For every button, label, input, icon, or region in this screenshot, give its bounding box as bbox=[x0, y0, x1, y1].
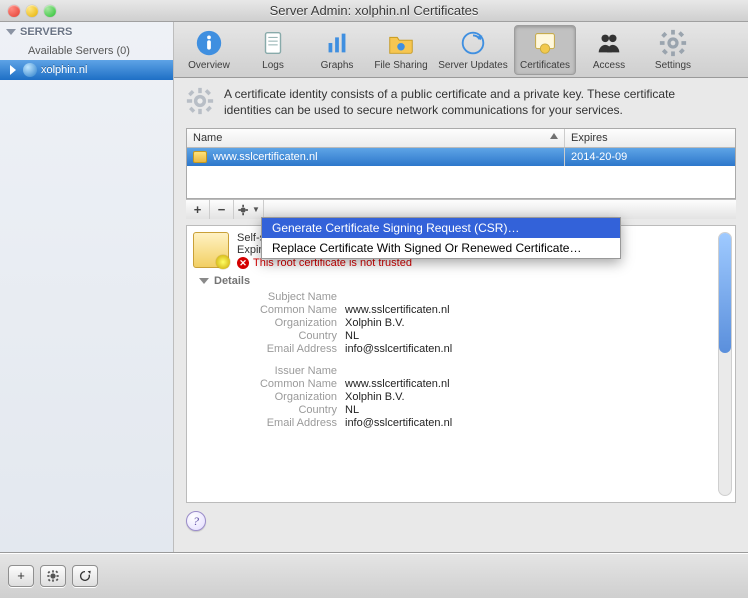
sidebar-item-label: Available Servers (0) bbox=[28, 45, 130, 57]
issuer-name-header: Issuer Name bbox=[237, 365, 345, 377]
certificate-table: Name Expires www.sslcertificaten.nl 2014… bbox=[186, 128, 736, 199]
menu-item-replace-cert[interactable]: Replace Certificate With Signed Or Renew… bbox=[262, 238, 620, 258]
remove-button[interactable]: − bbox=[210, 200, 234, 219]
info-text: A certificate identity consists of a pub… bbox=[224, 86, 704, 118]
tool-label: Certificates bbox=[520, 60, 570, 71]
updates-icon bbox=[458, 28, 488, 58]
main-pane: Overview Logs Graphs File Sharing Server… bbox=[174, 22, 748, 552]
kv-key: Organization bbox=[237, 391, 345, 403]
sidebar-item-xolphin[interactable]: xolphin.nl bbox=[0, 60, 173, 80]
tool-file-sharing[interactable]: File Sharing bbox=[370, 25, 432, 75]
titlebar: Server Admin: xolphin.nl Certificates bbox=[0, 0, 748, 22]
tool-label: Graphs bbox=[321, 60, 354, 71]
gear-icon bbox=[658, 28, 688, 58]
chevron-down-icon bbox=[6, 29, 16, 35]
chevron-right-icon bbox=[10, 65, 16, 75]
kv-value: Xolphin B.V. bbox=[345, 391, 405, 403]
refresh-icon bbox=[78, 569, 92, 583]
col-header-name[interactable]: Name bbox=[187, 129, 565, 147]
sidebar-item-available-servers[interactable]: Available Servers (0) bbox=[0, 42, 173, 60]
sort-indicator-icon bbox=[550, 133, 558, 139]
kv-value: NL bbox=[345, 404, 359, 416]
kv-value: info@sslcertificaten.nl bbox=[345, 343, 452, 355]
info-strip: A certificate identity consists of a pub… bbox=[174, 78, 748, 128]
table-footer-buttons: + − ▼ bbox=[186, 199, 736, 219]
kv-key: Email Address bbox=[237, 417, 345, 429]
subject-name-header: Subject Name bbox=[237, 291, 345, 303]
kv-value: www.sslcertificaten.nl bbox=[345, 304, 450, 316]
tool-logs[interactable]: Logs bbox=[242, 25, 304, 75]
table-row[interactable]: www.sslcertificaten.nl 2014-20-09 bbox=[187, 148, 735, 166]
globe-icon bbox=[23, 63, 37, 77]
tool-graphs[interactable]: Graphs bbox=[306, 25, 368, 75]
tool-certificates[interactable]: Certificates bbox=[514, 25, 576, 75]
toolbar: Overview Logs Graphs File Sharing Server… bbox=[174, 22, 748, 78]
footer-refresh-button[interactable] bbox=[72, 565, 98, 587]
info-icon bbox=[194, 28, 224, 58]
tool-label: Server Updates bbox=[438, 60, 507, 71]
tool-server-updates[interactable]: Server Updates bbox=[434, 25, 512, 75]
col-header-expires[interactable]: Expires bbox=[565, 129, 735, 147]
tool-access[interactable]: Access bbox=[578, 25, 640, 75]
zoom-icon[interactable] bbox=[44, 5, 56, 17]
tool-settings[interactable]: Settings bbox=[642, 25, 704, 75]
footer-add-button[interactable]: + bbox=[8, 565, 34, 587]
tool-overview[interactable]: Overview bbox=[178, 25, 240, 75]
gear-menu-button[interactable]: ▼ bbox=[234, 200, 264, 219]
tool-label: Logs bbox=[262, 60, 284, 71]
kv-value: www.sslcertificaten.nl bbox=[345, 378, 450, 390]
kv-key: Common Name bbox=[237, 378, 345, 390]
detail-body: Self-signed root certificate Expires: Th… bbox=[231, 232, 727, 496]
kv-key: Email Address bbox=[237, 343, 345, 355]
certificate-detail: Self-signed root certificate Expires: Th… bbox=[186, 225, 736, 503]
help-row: ? bbox=[186, 511, 736, 531]
kv-key: Country bbox=[237, 330, 345, 342]
logs-icon bbox=[258, 28, 288, 58]
chevron-down-icon: ▼ bbox=[252, 205, 260, 214]
sidebar-section-servers[interactable]: SERVERS bbox=[0, 22, 173, 42]
gear-dropdown-menu: Generate Certificate Signing Request (CS… bbox=[261, 217, 621, 259]
tool-label: Access bbox=[593, 60, 625, 71]
gear-icon bbox=[237, 203, 251, 217]
kv-key: Country bbox=[237, 404, 345, 416]
kv-key: Organization bbox=[237, 317, 345, 329]
cert-expires: 2014-20-09 bbox=[565, 148, 735, 166]
tool-label: Overview bbox=[188, 60, 230, 71]
gear-icon bbox=[46, 569, 60, 583]
kv-value: info@sslcertificaten.nl bbox=[345, 417, 452, 429]
tool-label: File Sharing bbox=[374, 60, 427, 71]
cert-large-icon-wrap bbox=[193, 232, 231, 496]
window-controls bbox=[8, 5, 56, 17]
window-title: Server Admin: xolphin.nl Certificates bbox=[0, 3, 748, 18]
details-label: Details bbox=[214, 275, 250, 287]
certificate-icon bbox=[193, 232, 229, 268]
graphs-icon bbox=[322, 28, 352, 58]
table-empty-area bbox=[187, 166, 735, 198]
add-button[interactable]: + bbox=[186, 200, 210, 219]
tool-label: Settings bbox=[655, 60, 691, 71]
close-icon[interactable] bbox=[8, 5, 20, 17]
details-disclosure[interactable]: Details bbox=[199, 275, 727, 287]
sidebar-item-label: xolphin.nl bbox=[41, 64, 87, 76]
sidebar: SERVERS Available Servers (0) xolphin.nl bbox=[0, 22, 174, 552]
certificate-icon bbox=[193, 151, 207, 163]
gear-icon bbox=[186, 87, 214, 118]
table-header: Name Expires bbox=[187, 129, 735, 148]
minimize-icon[interactable] bbox=[26, 5, 38, 17]
folder-icon bbox=[386, 28, 416, 58]
certificate-icon bbox=[530, 28, 560, 58]
kv-value: Xolphin B.V. bbox=[345, 317, 405, 329]
sidebar-section-label: SERVERS bbox=[20, 26, 72, 38]
kv-key: Common Name bbox=[237, 304, 345, 316]
error-icon: ✕ bbox=[237, 257, 249, 269]
kv-value: NL bbox=[345, 330, 359, 342]
scrollbar-thumb[interactable] bbox=[719, 233, 731, 353]
help-button[interactable]: ? bbox=[186, 511, 206, 531]
menu-item-generate-csr[interactable]: Generate Certificate Signing Request (CS… bbox=[262, 218, 620, 238]
cert-name: www.sslcertificaten.nl bbox=[213, 151, 318, 163]
chevron-down-icon bbox=[199, 278, 209, 284]
footer-gear-button[interactable] bbox=[40, 565, 66, 587]
footer-bar: + bbox=[0, 552, 748, 598]
access-icon bbox=[594, 28, 624, 58]
